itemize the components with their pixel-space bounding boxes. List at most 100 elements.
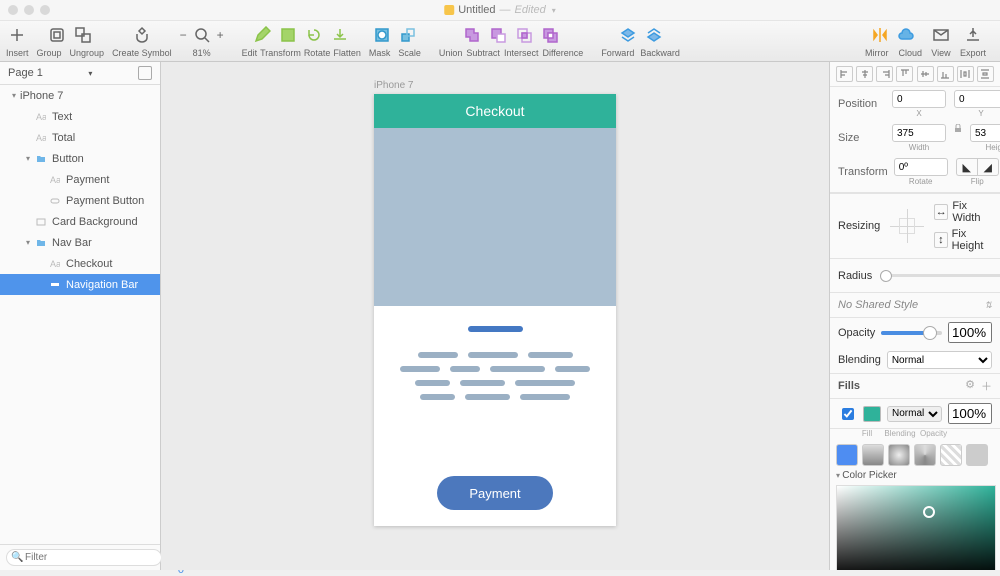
layer-navigation-bar[interactable]: Navigation Bar (0, 274, 160, 295)
layer-button-group[interactable]: ▾ Button (0, 148, 160, 169)
window-titlebar: Untitled — Edited (0, 0, 1000, 21)
align-vcenter[interactable] (917, 66, 934, 82)
fill-enabled-checkbox[interactable] (842, 408, 854, 420)
artboard-navbar-title: Checkout (465, 103, 524, 119)
distribute-h[interactable] (957, 66, 974, 82)
toolbar-forward[interactable] (617, 24, 639, 46)
svg-text:Aa: Aa (50, 175, 60, 185)
artboard-text-placeholder (374, 306, 616, 476)
page-selector[interactable]: Page 1 ▾ (0, 62, 160, 85)
fill-blend-select[interactable]: Normal (887, 406, 942, 422)
fill-swatch[interactable] (863, 406, 881, 422)
layer-payment-button[interactable]: Payment Button (0, 190, 160, 211)
document-title[interactable]: Untitled — Edited (444, 4, 556, 16)
size-width[interactable] (892, 124, 946, 142)
text-icon: Aa (34, 112, 48, 122)
toolbar-rotate[interactable] (303, 24, 325, 46)
resizing-label: Resizing (838, 220, 880, 232)
toolbar-zoom[interactable]: − + 81% (180, 24, 224, 58)
pages-icon[interactable] (138, 66, 152, 80)
shared-style-select[interactable]: No Shared Style (830, 293, 1000, 318)
toolbar-transform[interactable] (277, 24, 299, 46)
fill-opacity-field[interactable] (948, 403, 992, 424)
rotate-field[interactable] (894, 158, 948, 176)
toolbar-ungroup[interactable] (72, 24, 94, 46)
traffic-lights (8, 5, 50, 15)
inspector: Position X Y Size Width Height Transform… (829, 62, 1000, 570)
artboard-body[interactable]: Checkout Payment (374, 94, 616, 526)
fill-mode-linear[interactable] (862, 444, 884, 466)
transform-label: Transform (838, 166, 888, 178)
toolbar-flatten[interactable] (329, 24, 351, 46)
fill-mode-radial[interactable] (888, 444, 910, 466)
toolbar-cloud[interactable] (895, 24, 917, 46)
zoom-window-icon[interactable] (40, 5, 50, 15)
filter-input[interactable] (6, 549, 162, 566)
flip-h-icon[interactable]: ◣ (956, 158, 977, 176)
color-picker-title[interactable]: Color Picker (836, 470, 994, 481)
toolbar-edit[interactable] (251, 24, 273, 46)
artboard-label[interactable]: iPhone 7 (374, 80, 616, 91)
align-hcenter[interactable] (856, 66, 873, 82)
size-height[interactable] (970, 124, 1000, 142)
toolbar: Insert GroupUngroup Create Symbol − + 81… (0, 21, 1000, 62)
toolbar-mask[interactable] (371, 24, 393, 46)
search-icon: 🔍 (11, 552, 23, 563)
align-top[interactable] (896, 66, 913, 82)
layer-tree: ▾ iPhone 7 Aa Text Aa Total ▾ Button Aa … (0, 85, 160, 544)
fill-mode-angular[interactable] (914, 444, 936, 466)
lock-icon[interactable] (954, 124, 962, 132)
layer-card-bg[interactable]: Card Background (0, 211, 160, 232)
toolbar-mirror[interactable] (869, 24, 891, 46)
align-right[interactable] (876, 66, 893, 82)
close-icon[interactable] (8, 5, 18, 15)
resizing-constraint[interactable] (890, 209, 924, 243)
flip-v-icon[interactable]: ◢ (977, 158, 999, 176)
fix-height-icon[interactable]: ↕ (934, 232, 947, 248)
rect-icon (48, 280, 62, 290)
doc-edited-label: Edited (515, 4, 546, 16)
position-x[interactable] (892, 90, 946, 108)
fill-mode-pattern[interactable] (940, 444, 962, 466)
radius-slider[interactable] (880, 274, 1000, 277)
minimize-icon[interactable] (24, 5, 34, 15)
toolbar-backward[interactable] (643, 24, 665, 46)
fill-mode-noise[interactable] (966, 444, 988, 466)
blending-select[interactable]: Normal (887, 351, 992, 369)
distribute-v[interactable] (977, 66, 994, 82)
opacity-field[interactable] (948, 322, 992, 343)
rect-icon (34, 217, 48, 227)
add-icon[interactable]: ＋ (981, 378, 992, 394)
fill-mode-solid[interactable] (836, 444, 858, 466)
layer-navbar-group[interactable]: ▾ Nav Bar (0, 232, 160, 253)
text-icon: Aa (48, 259, 62, 269)
align-bottom[interactable] (937, 66, 954, 82)
position-y[interactable] (954, 90, 1000, 108)
layer-checkout[interactable]: Aa Checkout (0, 253, 160, 274)
layer-total[interactable]: Aa Total (0, 127, 160, 148)
toolbar-view[interactable]: View (930, 24, 952, 58)
color-sv-field[interactable] (836, 485, 996, 570)
svg-text:Aa: Aa (36, 133, 46, 143)
fix-width-icon[interactable]: ↔ (934, 204, 948, 220)
toolbar-subtract[interactable] (487, 24, 509, 46)
toolbar-create-symbol[interactable]: Create Symbol (112, 24, 172, 58)
toolbar-intersect[interactable] (513, 24, 535, 46)
folder-icon (34, 238, 48, 248)
layer-artboard[interactable]: ▾ iPhone 7 (0, 85, 160, 106)
toolbar-union[interactable] (461, 24, 483, 46)
layer-payment[interactable]: Aa Payment (0, 169, 160, 190)
toolbar-export[interactable]: Export (960, 24, 986, 58)
layer-text[interactable]: Aa Text (0, 106, 160, 127)
toolbar-group[interactable] (46, 24, 68, 46)
chevron-down-icon[interactable] (550, 4, 556, 16)
gear-icon[interactable]: ⚙ (965, 378, 975, 394)
color-cursor[interactable] (923, 506, 935, 518)
opacity-slider[interactable] (881, 331, 942, 335)
toolbar-insert[interactable]: Insert (6, 24, 29, 58)
updown-icon (984, 299, 992, 311)
align-left[interactable] (836, 66, 853, 82)
canvas[interactable]: iPhone 7 Checkout Payment (161, 62, 829, 570)
toolbar-scale[interactable] (397, 24, 419, 46)
toolbar-difference[interactable] (539, 24, 561, 46)
